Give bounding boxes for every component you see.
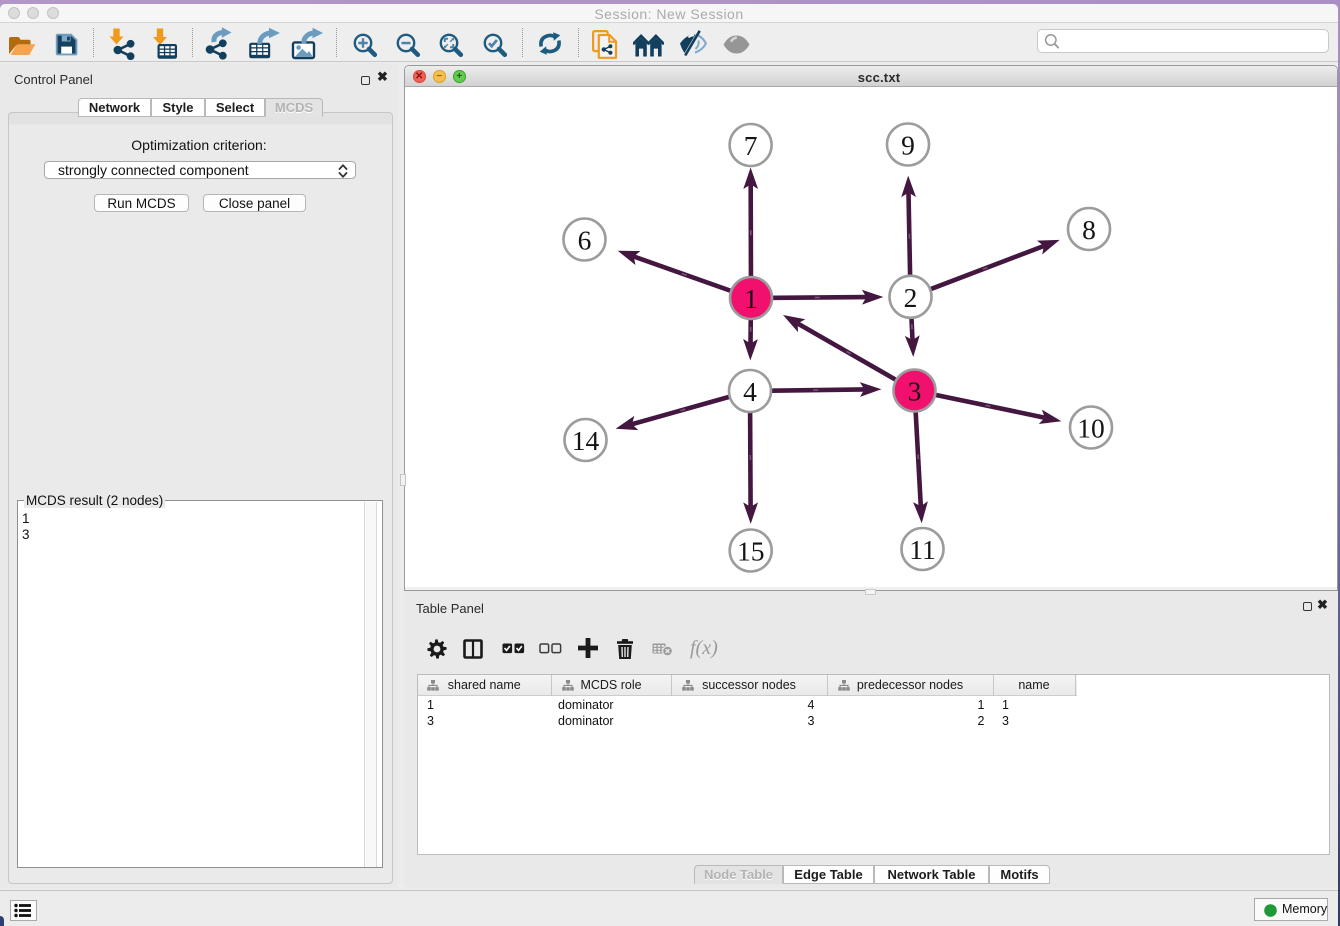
svg-text:15: 15 bbox=[737, 536, 765, 567]
svg-text:8: 8 bbox=[1082, 214, 1096, 245]
svg-text:6: 6 bbox=[578, 225, 592, 256]
svg-text:10: 10 bbox=[1077, 413, 1105, 444]
svg-text:3: 3 bbox=[908, 376, 922, 407]
svg-text:7: 7 bbox=[744, 130, 758, 161]
svg-text:4: 4 bbox=[743, 376, 757, 407]
svg-text:14: 14 bbox=[572, 425, 600, 456]
svg-text:1: 1 bbox=[744, 283, 758, 314]
svg-text:11: 11 bbox=[909, 534, 935, 565]
svg-text:9: 9 bbox=[901, 130, 915, 161]
svg-text:2: 2 bbox=[904, 282, 918, 313]
